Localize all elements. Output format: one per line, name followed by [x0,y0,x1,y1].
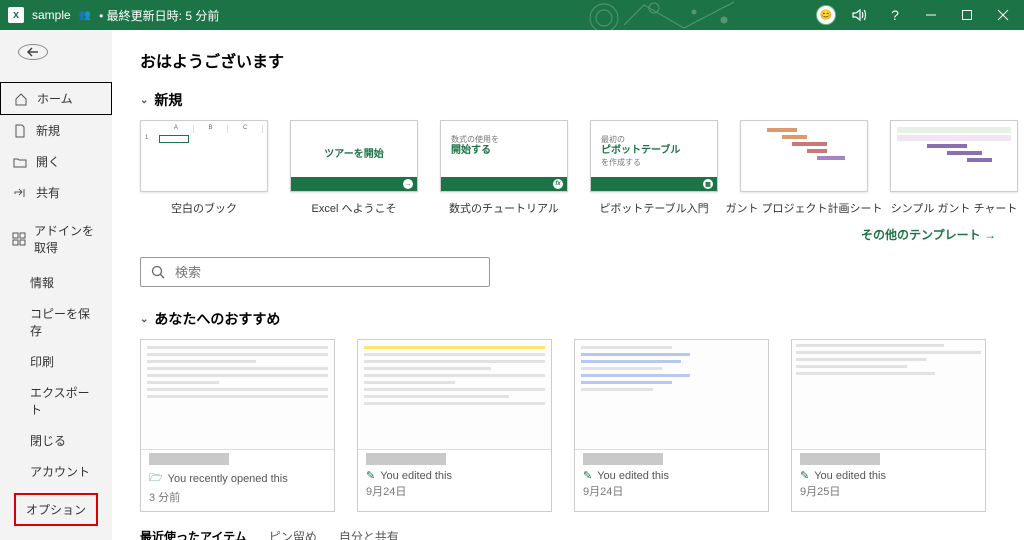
titlebar-decoration [584,0,844,30]
sidebar-item-share[interactable]: 共有 [0,177,112,208]
chevron-down-icon: ⌄ [140,314,148,325]
sidebar: ホーム 新規 開く 共有 アドインを取得 情報 コピーを保存 印刷 エクスポート… [0,30,112,540]
sidebar-item-label: 新規 [36,122,60,139]
file-name-placeholder [149,453,229,465]
help-icon[interactable]: ? [882,2,908,28]
last-saved: • 最終更新日時: 5 分前 [99,7,219,24]
search-input[interactable] [175,265,479,280]
recommended-list: 🗁You recently opened this 3 分前 ✎You edit… [140,339,996,512]
sidebar-item-label: アドインを取得 [34,222,100,256]
new-section-header[interactable]: ⌄ 新規 [140,90,996,110]
tab-pinned[interactable]: ピン留め [269,528,317,540]
folder-open-icon: 🗁 [149,469,163,488]
sidebar-item-label: 共有 [36,184,60,201]
recommended-item[interactable]: ✎You edited this 9月24日 [357,339,552,512]
share-icon [12,185,28,201]
maximize-button[interactable] [954,2,980,28]
recommended-section-header[interactable]: ⌄ あなたへのおすすめ [140,309,996,329]
sidebar-item-save-copy[interactable]: コピーを保存 [0,298,112,346]
pen-icon: ✎ [800,469,809,482]
sidebar-item-addins[interactable]: アドインを取得 [0,215,112,263]
template-welcome[interactable]: ツアーを開始 → Excel へようこそ [290,120,418,216]
sidebar-item-info[interactable]: 情報 [0,267,112,298]
arrow-right-icon: → [403,179,413,189]
pivot-icon: ▦ [703,179,713,189]
close-button[interactable] [990,2,1016,28]
main-content: おはようございます ⌄ 新規 ABC 1 空白のブック ツアーを開始 → [112,30,1024,540]
search-box[interactable] [140,257,490,287]
home-icon [13,91,29,107]
sidebar-item-label: ホーム [37,90,73,107]
recommended-item[interactable]: ✎You edited this 9月25日 [791,339,986,512]
file-name-placeholder [800,453,880,465]
sidebar-item-label: 開く [36,153,60,170]
share-indicator-icon: 👥 [79,10,91,21]
recommended-item[interactable]: 🗁You recently opened this 3 分前 [140,339,335,512]
minimize-button[interactable] [918,2,944,28]
new-file-icon [12,123,28,139]
fx-icon: fx [553,179,563,189]
template-gallery: ABC 1 空白のブック ツアーを開始 → Excel へようこそ 数式の使用を… [140,120,996,216]
open-folder-icon [12,154,28,170]
sidebar-item-home[interactable]: ホーム [0,82,112,115]
pen-icon: ✎ [583,469,592,482]
template-gantt-project[interactable]: ガント プロジェクト計画シート [740,120,868,216]
sidebar-item-account[interactable]: アカウント [0,456,112,487]
excel-app-icon: x [8,7,24,23]
user-avatar[interactable]: 😊 [816,5,836,25]
sidebar-item-new[interactable]: 新規 [0,115,112,146]
titlebar: x sample 👥 • 最終更新日時: 5 分前 😊 ? [0,0,1024,30]
sidebar-item-print[interactable]: 印刷 [0,346,112,377]
greeting: おはようございます [140,48,996,72]
addins-icon [12,231,26,247]
sidebar-item-open[interactable]: 開く [0,146,112,177]
template-gantt-simple[interactable]: シンプル ガント チャート [890,120,1018,216]
template-formula[interactable]: 数式の使用を開始する fx 数式のチュートリアル [440,120,568,216]
recent-tabs: 最近使ったアイテム ピン留め 自分と共有 [140,528,996,540]
file-name: sample [32,8,71,22]
file-name-placeholder [583,453,663,465]
template-pivot[interactable]: 最初のピボットテーブルを作成する ▦ ピボットテーブル入門 [590,120,718,216]
tab-shared[interactable]: 自分と共有 [339,528,399,540]
pen-icon: ✎ [366,469,375,482]
search-icon [151,265,165,279]
more-templates-link[interactable]: その他のテンプレート → [140,226,996,243]
template-blank[interactable]: ABC 1 空白のブック [140,120,268,216]
file-name-placeholder [366,453,446,465]
chevron-down-icon: ⌄ [140,95,148,106]
whats-new-icon[interactable] [846,2,872,28]
tab-recent[interactable]: 最近使ったアイテム [140,528,247,540]
back-button[interactable] [18,44,48,60]
sidebar-item-options[interactable]: オプション [14,493,98,526]
sidebar-item-close[interactable]: 閉じる [0,425,112,456]
sidebar-item-export[interactable]: エクスポート [0,377,112,425]
recommended-item[interactable]: ✎You edited this 9月24日 [574,339,769,512]
